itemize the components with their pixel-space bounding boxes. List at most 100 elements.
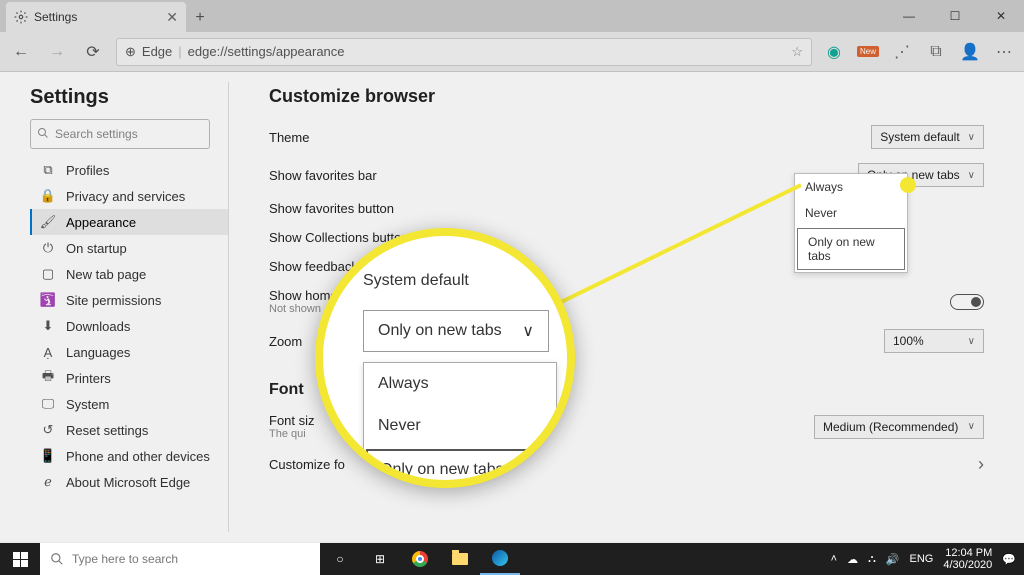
volume-icon[interactable]: 🔊 xyxy=(886,553,900,566)
window-controls: — ☐ ✕ xyxy=(886,0,1024,32)
taskbar: Type here to search ○ ⊞ ˄ ☁ ⛬ 🔊 ENG 12:0… xyxy=(0,543,1024,575)
collections-icon[interactable]: ⧉ xyxy=(924,40,948,64)
tray-up-icon[interactable]: ˄ xyxy=(831,553,837,565)
chrome-icon xyxy=(412,551,428,567)
forward-button[interactable]: → xyxy=(44,39,70,65)
download-icon: ⬇ xyxy=(40,318,56,334)
dropdown-option-always[interactable]: Always xyxy=(795,174,907,200)
close-window-button[interactable]: ✕ xyxy=(978,0,1024,32)
taskbar-search-placeholder: Type here to search xyxy=(72,552,178,566)
favorites-icon[interactable]: ⋰ xyxy=(890,40,914,64)
callout-dot xyxy=(900,177,916,193)
lock-icon: 🔒 xyxy=(40,188,56,204)
address-bar[interactable]: ⊕ Edge | edge://settings/appearance ☆ xyxy=(116,38,812,66)
sidebar-item-reset[interactable]: ↺Reset settings xyxy=(30,417,228,443)
maximize-button[interactable]: ☐ xyxy=(932,0,978,32)
refresh-button[interactable]: ⟳ xyxy=(80,39,106,65)
profiles-icon: ⧉ xyxy=(40,162,56,178)
profile-icon[interactable]: 👤 xyxy=(958,40,982,64)
extension-new-badge[interactable]: New xyxy=(856,40,880,64)
sidebar-item-profiles[interactable]: ⧉Profiles xyxy=(30,157,228,183)
url-text: edge://settings/appearance xyxy=(188,44,345,59)
close-tab-icon[interactable]: ✕ xyxy=(166,9,178,26)
notifications-icon[interactable]: 💬 xyxy=(1002,553,1016,566)
sidebar-title: Settings xyxy=(30,86,228,109)
page-heading: Customize browser xyxy=(269,86,984,107)
chevron-down-icon: ∨ xyxy=(968,421,975,432)
reset-icon: ↺ xyxy=(40,422,56,438)
explorer-app[interactable] xyxy=(440,543,480,575)
favorites-bar-dropdown: Always Never Only on new tabs xyxy=(794,173,908,273)
edge-icon xyxy=(492,550,508,566)
chevron-down-icon: ∨ xyxy=(968,170,975,181)
windows-logo-icon xyxy=(13,552,28,567)
cortana-icon[interactable]: ○ xyxy=(320,543,360,575)
printer-icon: 🖶 xyxy=(40,370,56,386)
language-indicator[interactable]: ENG xyxy=(910,553,934,565)
start-button[interactable] xyxy=(0,543,40,575)
extension-icon[interactable]: ◉ xyxy=(822,40,846,64)
gear-icon xyxy=(14,10,28,24)
sidebar-item-newtab[interactable]: ▢New tab page xyxy=(30,261,228,287)
chevron-down-icon: ∨ xyxy=(968,132,975,143)
scheme-sep: | xyxy=(178,44,181,59)
sidebar-item-privacy[interactable]: 🔒Privacy and services xyxy=(30,183,228,209)
sidebar-item-permissions[interactable]: 🛐Site permissions xyxy=(30,287,228,313)
edge-app[interactable] xyxy=(480,543,520,575)
new-tab-button[interactable]: + xyxy=(186,4,214,32)
menu-icon[interactable]: ⋯ xyxy=(992,40,1016,64)
search-placeholder: Search settings xyxy=(55,127,138,141)
system-icon: 🖵 xyxy=(40,396,56,412)
phone-icon: 📱 xyxy=(40,448,56,464)
scheme-label: Edge xyxy=(142,44,172,59)
scheme-icon: ⊕ xyxy=(125,44,136,60)
onedrive-icon[interactable]: ☁ xyxy=(847,553,858,566)
sidebar-item-printers[interactable]: 🖶Printers xyxy=(30,365,228,391)
folder-icon xyxy=(452,553,468,565)
minimize-button[interactable]: — xyxy=(886,0,932,32)
taskview-icon[interactable]: ⊞ xyxy=(360,543,400,575)
fontsize-select[interactable]: Medium (Recommended)∨ xyxy=(814,415,984,439)
home-toggle[interactable] xyxy=(950,294,984,310)
tab-title: Settings xyxy=(34,10,77,24)
search-icon xyxy=(37,127,49,142)
permissions-icon: 🛐 xyxy=(40,292,56,308)
sidebar-item-downloads[interactable]: ⬇Downloads xyxy=(30,313,228,339)
search-settings-input[interactable]: Search settings xyxy=(30,119,210,149)
taskbar-search[interactable]: Type here to search xyxy=(40,543,320,575)
zoom-select[interactable]: 100%∨ xyxy=(884,329,984,353)
chrome-app[interactable] xyxy=(400,543,440,575)
settings-nav: ⧉Profiles 🔒Privacy and services 🖌Appeara… xyxy=(30,157,228,495)
sidebar-item-system[interactable]: 🖵System xyxy=(30,391,228,417)
toolbar: ← → ⟳ ⊕ Edge | edge://settings/appearanc… xyxy=(0,32,1024,72)
edge-icon: ℯ xyxy=(40,474,56,490)
language-icon: Ạ xyxy=(40,344,56,360)
clock[interactable]: 12:04 PM 4/30/2020 xyxy=(943,547,992,571)
power-icon: ⏻ xyxy=(40,240,56,256)
sidebar-item-phone[interactable]: 📱Phone and other devices xyxy=(30,443,228,469)
tab-icon: ▢ xyxy=(40,266,56,282)
search-icon xyxy=(50,552,64,566)
theme-select[interactable]: System default∨ xyxy=(871,125,984,149)
wifi-icon[interactable]: ⛬ xyxy=(868,553,876,566)
sidebar-item-appearance[interactable]: 🖌Appearance xyxy=(30,209,228,235)
sidebar-item-languages[interactable]: ẠLanguages xyxy=(30,339,228,365)
titlebar: Settings ✕ + — ☐ ✕ xyxy=(0,0,1024,32)
sidebar-item-startup[interactable]: ⏻On startup xyxy=(30,235,228,261)
theme-label: Theme xyxy=(269,130,871,145)
theme-row: Theme System default∨ xyxy=(269,125,984,149)
system-tray: ˄ ☁ ⛬ 🔊 ENG 12:04 PM 4/30/2020 💬 xyxy=(831,547,1024,571)
zoom-option-always: Always xyxy=(364,363,556,405)
zoom-option-never: Never xyxy=(364,405,556,447)
dropdown-option-only-new-tabs[interactable]: Only on new tabs xyxy=(797,228,905,270)
chevron-down-icon: ∨ xyxy=(968,336,975,347)
magnifier-callout: System default Only on new tabs∨ Always … xyxy=(315,228,575,488)
browser-tab[interactable]: Settings ✕ xyxy=(6,2,186,32)
back-button[interactable]: ← xyxy=(8,39,34,65)
sidebar: Settings Search settings ⧉Profiles 🔒Priv… xyxy=(0,72,228,542)
sidebar-item-about[interactable]: ℯAbout Microsoft Edge xyxy=(30,469,228,495)
favorites-bar-label: Show favorites bar xyxy=(269,168,858,183)
dropdown-option-never[interactable]: Never xyxy=(795,200,907,226)
zoom-theme-select: System default xyxy=(363,262,549,300)
favorite-star-icon[interactable]: ☆ xyxy=(791,44,803,60)
